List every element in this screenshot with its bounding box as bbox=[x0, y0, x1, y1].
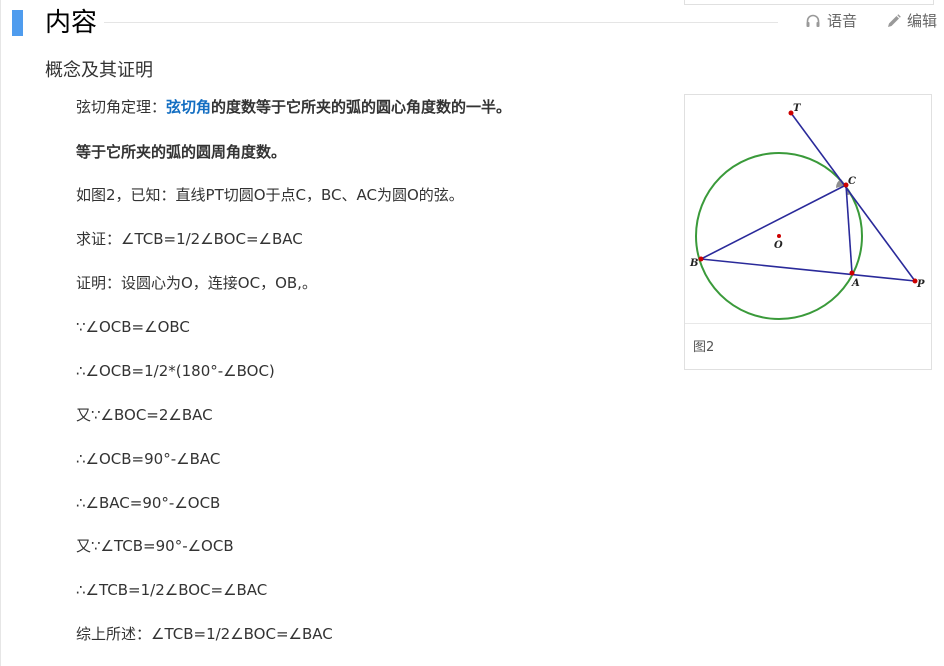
proof-line: 如图2，已知：直线PT切圆O于点C，BC、AC为圆O的弦。 bbox=[76, 186, 464, 204]
label-p: P bbox=[916, 279, 925, 290]
proof-line: 综上所述：∠TCB=1/2∠BOC=∠BAC bbox=[76, 625, 333, 643]
label-a: A bbox=[851, 278, 860, 289]
geometry-diagram: T C O B A P bbox=[689, 103, 925, 320]
section-heading: 内容 bbox=[0, 0, 944, 46]
tangent-line bbox=[790, 112, 916, 282]
heading-divider bbox=[104, 22, 778, 23]
page-title: 内容 bbox=[45, 8, 98, 38]
proof-line: 又∵∠TCB=90°-∠OCB bbox=[76, 537, 234, 555]
proof-line: ∴∠TCB=1/2∠BOC=∠BAC bbox=[76, 581, 268, 599]
chord-ac bbox=[845, 184, 853, 274]
proof-line: ∴∠OCB=90°-∠BAC bbox=[76, 450, 221, 468]
theorem-statement: 弦切角定理：弦切角的度数等于它所夹的弧的圆心角度数的一半。 bbox=[76, 95, 511, 119]
label-o: O bbox=[774, 240, 783, 251]
proof-line: 证明：设圆心为O，连接OC，OB,。 bbox=[76, 274, 317, 292]
heading-accent-bar bbox=[12, 10, 23, 36]
voice-label: 语音 bbox=[827, 12, 858, 30]
proof-line: ∴∠OCB=1/2*(180°-∠BOC) bbox=[76, 362, 275, 380]
label-b: B bbox=[689, 258, 698, 269]
point-b bbox=[698, 256, 704, 262]
proof-line: ∵∠OCB=∠OBC bbox=[76, 318, 190, 336]
point-a bbox=[849, 270, 855, 276]
left-border bbox=[0, 0, 1, 666]
theorem-rest: 的度数等于它所夹的弧的圆心角度数的一半。 bbox=[211, 98, 512, 116]
proof-line: ∴∠BAC=90°-∠OCB bbox=[76, 494, 221, 512]
theorem-line-2: 等于它所夹的弧的圆周角度数。 bbox=[76, 143, 287, 161]
point-o bbox=[777, 234, 781, 238]
proof-line: 又∵∠BOC=2∠BAC bbox=[76, 406, 213, 424]
line-bp bbox=[700, 258, 916, 282]
theorem-prefix: 弦切角定理： bbox=[76, 98, 167, 116]
label-c: C bbox=[848, 176, 856, 187]
figure-caption: 图2 bbox=[693, 340, 715, 355]
edit-button[interactable]: 编辑 bbox=[887, 10, 937, 32]
figure-divider bbox=[685, 323, 931, 324]
figure-2[interactable]: T C O B A P 图2 bbox=[684, 94, 932, 370]
pencil-icon bbox=[888, 14, 901, 27]
proof-line: 求证：∠TCB=1/2∠BOC=∠BAC bbox=[76, 230, 303, 248]
headphones-icon bbox=[806, 14, 820, 27]
section-subtitle: 概念及其证明 bbox=[45, 60, 153, 81]
label-t: T bbox=[793, 103, 802, 114]
theorem-link[interactable]: 弦切角 bbox=[166, 98, 211, 116]
edit-label: 编辑 bbox=[907, 12, 938, 30]
voice-button[interactable]: 语音 bbox=[805, 10, 857, 32]
